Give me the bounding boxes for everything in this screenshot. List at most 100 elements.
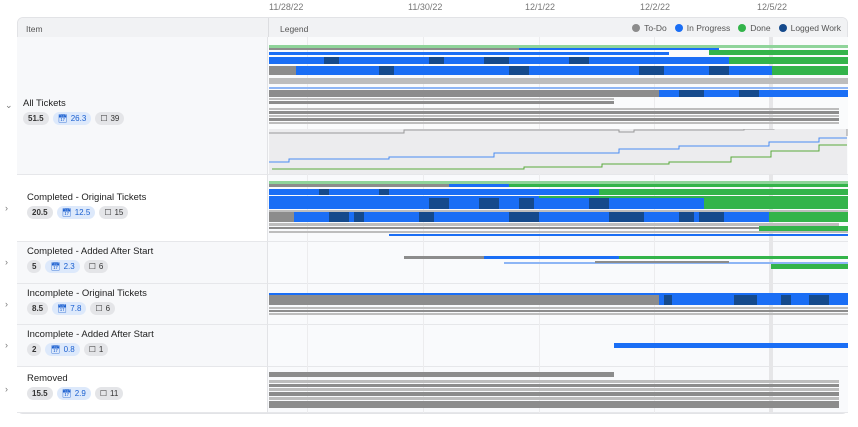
gantt-bar[interactable]	[269, 227, 759, 229]
table-row[interactable]: Removed 15.5 📅︎ 2.9 ☐ 11	[17, 367, 268, 413]
table-row[interactable]: All Tickets 51.5 📅︎ 26.3 ☐ 39	[17, 37, 268, 175]
gantt-bar[interactable]	[269, 384, 839, 387]
date-label: 12/1/22	[525, 2, 556, 12]
gantt-bar[interactable]	[569, 57, 589, 64]
gantt-bar[interactable]	[269, 397, 839, 400]
story-points-badge: 20.5	[27, 205, 53, 219]
gantt-bar[interactable]	[324, 57, 339, 64]
gantt-bar[interactable]	[379, 189, 389, 195]
gantt-bar[interactable]	[269, 108, 839, 110]
gantt-bar[interactable]	[269, 405, 839, 408]
date-label: 12/5/22	[757, 2, 788, 12]
points-value: 2	[32, 345, 37, 354]
gantt-bar[interactable]	[479, 198, 499, 209]
chevron-right-icon[interactable]: ›	[5, 257, 8, 267]
gantt-bar[interactable]	[664, 295, 672, 305]
gantt-bar[interactable]	[269, 212, 294, 222]
points-value: 51.5	[28, 114, 44, 123]
chevron-down-icon[interactable]: ⌄	[5, 100, 13, 111]
gantt-bar[interactable]	[509, 184, 848, 187]
gantt-bar[interactable]	[404, 256, 484, 259]
gantt-bar[interactable]	[429, 198, 449, 209]
chevron-right-icon[interactable]: ›	[5, 384, 8, 394]
gantt-bar[interactable]	[609, 212, 644, 222]
gantt-bar[interactable]	[739, 90, 759, 97]
ticket-icon: ☐	[104, 207, 112, 217]
calendar-icon: 📅︎	[50, 262, 61, 271]
gantt-bar[interactable]	[429, 57, 444, 64]
gantt-bar[interactable]	[519, 198, 534, 209]
gantt-bar[interactable]	[619, 256, 848, 259]
gantt-bar[interactable]	[319, 189, 329, 195]
gantt-bar[interactable]	[449, 184, 509, 187]
gantt-bar[interactable]	[769, 212, 848, 222]
gantt-bar[interactable]	[781, 295, 791, 305]
gantt-bar[interactable]	[419, 212, 434, 222]
gantt-bar[interactable]	[269, 52, 669, 55]
gantt-bar[interactable]	[269, 223, 839, 226]
gantt-bar[interactable]	[269, 66, 296, 75]
gantt-bar[interactable]	[269, 380, 839, 383]
gantt-bar[interactable]	[679, 90, 704, 97]
in-progress-dot-icon	[674, 24, 683, 32]
row-title: Completed - Original Tickets	[27, 191, 147, 203]
table-row[interactable]: Incomplete - Added After Start 2 📅︎ 0.8 ☐…	[17, 325, 268, 367]
gantt-bar[interactable]	[734, 295, 757, 305]
gantt-bar[interactable]	[589, 198, 609, 209]
gantt-bar[interactable]	[269, 98, 614, 100]
gantt-bar[interactable]	[614, 343, 848, 348]
gantt-bar[interactable]	[709, 66, 729, 75]
gantt-bar[interactable]	[709, 50, 848, 55]
chevron-right-icon[interactable]: ›	[5, 299, 8, 309]
row-stats: 20.5 📅︎ 12.5 ☐ 15	[27, 205, 129, 219]
gantt-bar[interactable]	[269, 310, 848, 312]
gantt-bar[interactable]	[269, 372, 614, 377]
gantt-bar[interactable]	[269, 90, 659, 97]
gantt-bar[interactable]	[699, 212, 724, 222]
ticket-count-badge: ☐ 11	[94, 387, 124, 400]
gantt-bar[interactable]	[484, 57, 509, 64]
story-points-badge: 51.5	[23, 112, 49, 125]
gantt-chart	[268, 37, 848, 413]
gantt-bar[interactable]	[484, 256, 619, 259]
gantt-bar[interactable]	[269, 388, 839, 391]
gantt-bar[interactable]	[269, 231, 848, 233]
gantt-bar[interactable]	[679, 212, 694, 222]
gantt-bar[interactable]	[704, 198, 848, 209]
chevron-right-icon[interactable]: ›	[5, 340, 8, 350]
gantt-bar[interactable]	[379, 66, 394, 75]
gantt-bar[interactable]	[599, 189, 848, 195]
gantt-bar[interactable]	[269, 118, 839, 121]
gantt-bar[interactable]	[519, 48, 719, 50]
gantt-bar[interactable]	[269, 184, 449, 187]
gantt-bar[interactable]	[389, 234, 848, 236]
gantt-bar[interactable]	[269, 392, 839, 396]
gantt-bar[interactable]	[269, 295, 659, 305]
gantt-bar[interactable]	[269, 115, 839, 117]
gantt-bar[interactable]	[809, 295, 829, 305]
gantt-bar[interactable]	[269, 111, 839, 114]
gantt-bar[interactable]	[269, 313, 848, 315]
gantt-bar[interactable]	[269, 87, 848, 89]
gantt-bar[interactable]	[639, 66, 664, 75]
chevron-right-icon[interactable]: ›	[5, 203, 8, 213]
gantt-bar[interactable]	[729, 57, 848, 64]
gantt-bar[interactable]	[269, 101, 614, 104]
gantt-bar[interactable]	[771, 264, 848, 269]
gantt-bar[interactable]	[595, 261, 729, 263]
gantt-bar[interactable]	[269, 48, 519, 50]
gantt-bar[interactable]	[509, 66, 529, 75]
table-row[interactable]: Incomplete - Original Tickets 8.5 📅︎ 7.8 …	[17, 284, 268, 325]
gantt-bar[interactable]	[354, 212, 364, 222]
gantt-bar[interactable]	[772, 66, 848, 75]
table-row[interactable]: Completed - Original Tickets 20.5 📅︎ 12.5…	[17, 175, 268, 242]
gantt-bar[interactable]	[509, 212, 539, 222]
gantt-bar[interactable]	[329, 212, 349, 222]
table-row[interactable]: Completed - Added After Start 5 📅︎ 2.3 ☐ 6	[17, 242, 268, 284]
gantt-bar[interactable]	[269, 122, 839, 124]
ticket-icon: ☐	[95, 303, 103, 313]
gantt-bar[interactable]	[269, 307, 848, 309]
divider	[268, 18, 269, 38]
gantt-bar[interactable]	[269, 78, 848, 84]
gantt-bar[interactable]	[296, 66, 772, 75]
